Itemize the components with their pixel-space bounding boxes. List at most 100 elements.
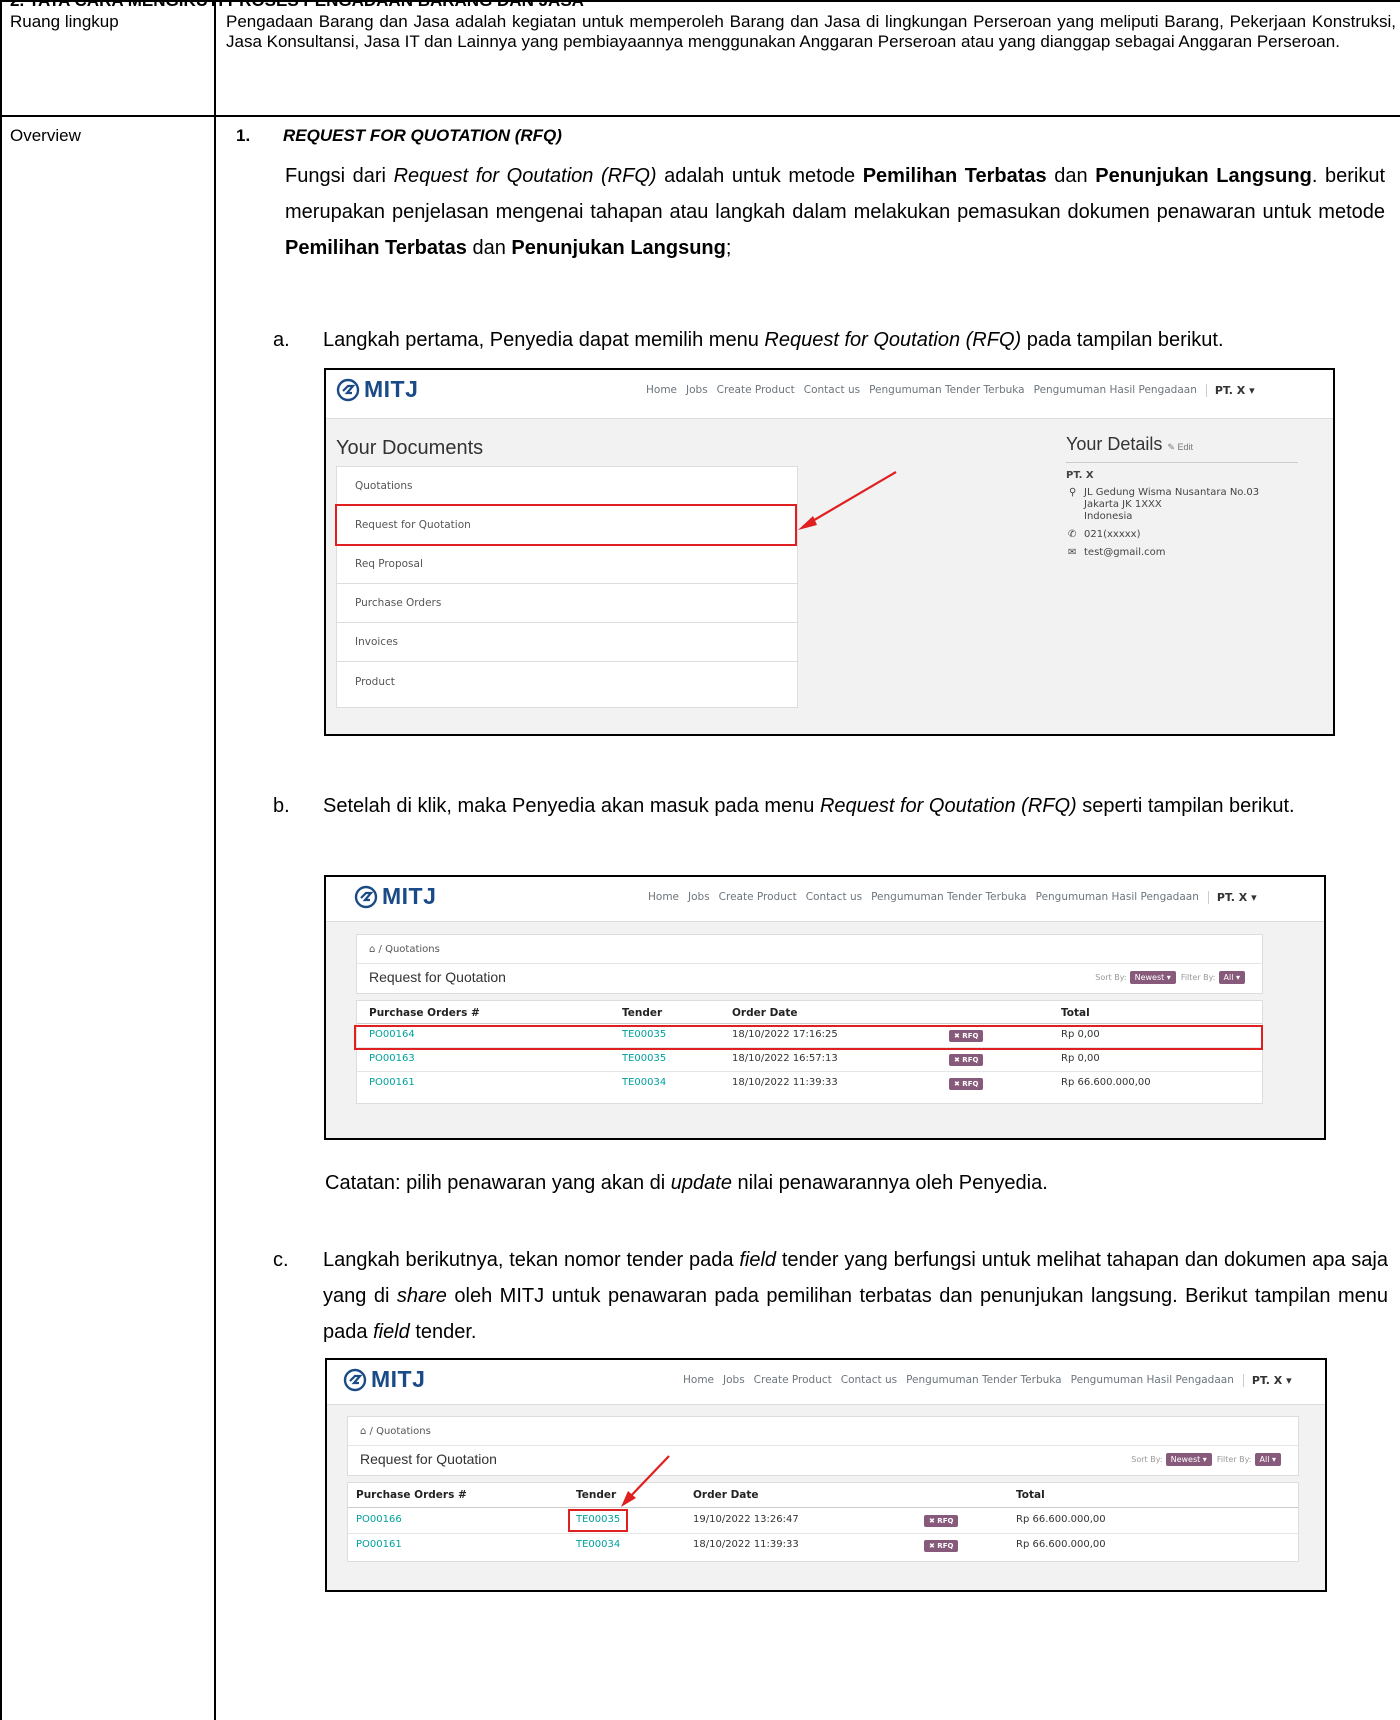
order-total: Rp 66.600.000,00 <box>1016 1539 1106 1550</box>
nav-result-announcement[interactable]: Pengumuman Hasil Pengadaan <box>1071 1374 1234 1387</box>
nav-contact-us[interactable]: Contact us <box>841 1374 897 1387</box>
nav-home[interactable]: Home <box>648 891 679 904</box>
breadcrumb: ⌂ / Quotations <box>369 944 440 955</box>
user-menu[interactable]: PT. X ▾ <box>1242 1374 1292 1387</box>
portal-nav: Home Jobs Create Product Contact us Peng… <box>683 1374 1301 1387</box>
rfq-table: Purchase Orders # Tender Order Date Tota… <box>347 1482 1299 1562</box>
table-column-divider <box>214 0 216 1720</box>
nav-contact-us[interactable]: Contact us <box>806 891 862 904</box>
step-a-text: Langkah pertama, Penyedia dapat memilih … <box>323 322 1388 358</box>
details-phone: 021(xxxxx) <box>1084 529 1141 540</box>
breadcrumb-quotations[interactable]: Quotations <box>385 944 440 955</box>
nav-jobs[interactable]: Jobs <box>688 891 710 904</box>
user-menu[interactable]: PT. X ▾ <box>1207 891 1257 904</box>
note-text: Catatan: pilih penawaran yang akan di up… <box>325 1165 1048 1201</box>
step-c-t3: oleh MITJ untuk penawaran pada pemilihan… <box>323 1285 1388 1343</box>
nav-tender-announcement[interactable]: Pengumuman Tender Terbuka <box>906 1374 1062 1387</box>
sort-filter-controls: Sort By: Newest ▾ Filter By: All ▾ <box>1095 971 1250 984</box>
screenshot-rfq-list: MITJ Home Jobs Create Product Contact us… <box>324 875 1326 1140</box>
portal-logo: MITJ <box>336 376 418 403</box>
your-details-heading: Your Details ✎ Edit <box>1066 434 1193 455</box>
sort-dropdown[interactable]: Newest ▾ <box>1165 1453 1212 1466</box>
edit-details-link[interactable]: ✎ Edit <box>1167 442 1193 452</box>
intro-italic: Request for Qoutation (RFQ) <box>393 165 657 187</box>
doc-item-req-proposal[interactable]: Req Proposal <box>337 545 797 584</box>
col-order-date: Order Date <box>732 1007 798 1019</box>
intro-text: dan <box>466 237 512 259</box>
sort-dropdown[interactable]: Newest ▾ <box>1129 971 1176 984</box>
mitj-logo-icon <box>354 885 378 908</box>
header-divider <box>348 1507 1298 1508</box>
nav-tender-announcement[interactable]: Pengumuman Tender Terbuka <box>869 384 1025 397</box>
tender-link[interactable]: TE00035 <box>622 1053 666 1064</box>
doc-item-purchase-orders[interactable]: Purchase Orders <box>337 584 797 623</box>
step-a-italic: Request for Qoutation (RFQ) <box>764 329 1022 351</box>
filter-dropdown[interactable]: All ▾ <box>1254 1453 1281 1466</box>
nav-result-announcement[interactable]: Pengumuman Hasil Pengadaan <box>1034 384 1197 397</box>
nav-tender-announcement[interactable]: Pengumuman Tender Terbuka <box>871 891 1027 904</box>
col-order-date: Order Date <box>693 1489 759 1501</box>
step-a-t2: pada tampilan berikut. <box>1021 329 1224 351</box>
step-c-text: Langkah berikutnya, tekan nomor tender p… <box>323 1242 1388 1350</box>
user-menu[interactable]: PT. X ▾ <box>1205 384 1255 397</box>
filter-label: Filter By: <box>1216 1455 1252 1464</box>
home-icon[interactable]: ⌂ <box>369 944 375 955</box>
nav-create-product[interactable]: Create Product <box>717 384 795 397</box>
po-link[interactable]: PO00161 <box>369 1077 415 1088</box>
sort-filter-controls: Sort By: Newest ▾ Filter By: All ▾ <box>1131 1453 1286 1466</box>
portal-nav: Home Jobs Create Product Contact us Peng… <box>648 891 1266 904</box>
screenshot-portal-dashboard: MITJ Home Jobs Create Product Contact us… <box>324 368 1335 736</box>
rfq-page-title: Request for Quotation <box>369 969 506 985</box>
details-divider <box>1066 462 1298 463</box>
doc-item-quotations[interactable]: Quotations <box>337 467 797 506</box>
card-divider <box>357 963 1262 964</box>
nav-contact-us[interactable]: Contact us <box>804 384 860 397</box>
intro-bold: Pemilihan Terbatas <box>862 165 1047 187</box>
nav-home[interactable]: Home <box>646 384 677 397</box>
order-total: Rp 0,00 <box>1061 1053 1100 1064</box>
nav-create-product[interactable]: Create Product <box>719 891 797 904</box>
highlight-tender-cell <box>568 1509 628 1532</box>
po-link[interactable]: PO00161 <box>356 1539 402 1550</box>
details-address-1: JL Gedung Wisma Nusantara No.03 <box>1084 487 1260 498</box>
nav-result-announcement[interactable]: Pengumuman Hasil Pengadaan <box>1036 891 1199 904</box>
order-date: 18/10/2022 11:39:33 <box>693 1539 799 1550</box>
filter-dropdown[interactable]: All ▾ <box>1218 971 1245 984</box>
nav-create-product[interactable]: Create Product <box>754 1374 832 1387</box>
breadcrumb-quotations[interactable]: Quotations <box>376 1426 431 1437</box>
rfq-page-title: Request for Quotation <box>360 1451 497 1467</box>
home-icon[interactable]: ⌂ <box>360 1426 366 1437</box>
nav-home[interactable]: Home <box>683 1374 714 1387</box>
step-b-italic: Request for Qoutation (RFQ) <box>819 795 1077 817</box>
table-row-divider <box>0 115 1400 117</box>
note-italic: update <box>670 1172 732 1194</box>
rfq-badge: ✖ RFQ <box>949 1054 984 1066</box>
rfq-badge: ✖ RFQ <box>924 1540 959 1552</box>
step-a-letter: a. <box>273 329 290 351</box>
overview-label: Overview <box>10 126 81 145</box>
order-date: 18/10/2022 11:39:33 <box>732 1077 838 1088</box>
highlight-rfq-menu <box>335 504 797 546</box>
doc-item-product[interactable]: Product <box>337 662 797 701</box>
logo-text: MITJ <box>382 883 437 909</box>
step-c-italic: field <box>373 1321 410 1343</box>
pointer-arrow-icon <box>621 1455 670 1507</box>
step-b-letter: b. <box>273 795 290 817</box>
portal-navbar: MITJ Home Jobs Create Product Contact us… <box>326 370 1333 419</box>
intro-bold: Penunjukan Langsung <box>1095 165 1312 187</box>
mitj-logo-icon <box>343 1368 367 1391</box>
intro-paragraph: Fungsi dari Request for Qoutation (RFQ) … <box>285 158 1385 266</box>
envelope-icon: ✉ <box>1068 547 1077 558</box>
nav-jobs[interactable]: Jobs <box>686 384 708 397</box>
order-total: Rp 66.600.000,00 <box>1016 1514 1106 1525</box>
po-link[interactable]: PO00163 <box>369 1053 415 1064</box>
nav-jobs[interactable]: Jobs <box>723 1374 745 1387</box>
col-total: Total <box>1016 1489 1045 1501</box>
tender-link[interactable]: TE00034 <box>622 1077 666 1088</box>
details-address-3: Indonesia <box>1084 511 1133 522</box>
step-c-t1: Langkah berikutnya, tekan nomor tender p… <box>323 1249 740 1271</box>
row-divider <box>357 1071 1262 1072</box>
po-link[interactable]: PO00166 <box>356 1514 402 1525</box>
tender-link[interactable]: TE00034 <box>576 1539 620 1550</box>
doc-item-invoices[interactable]: Invoices <box>337 623 797 662</box>
